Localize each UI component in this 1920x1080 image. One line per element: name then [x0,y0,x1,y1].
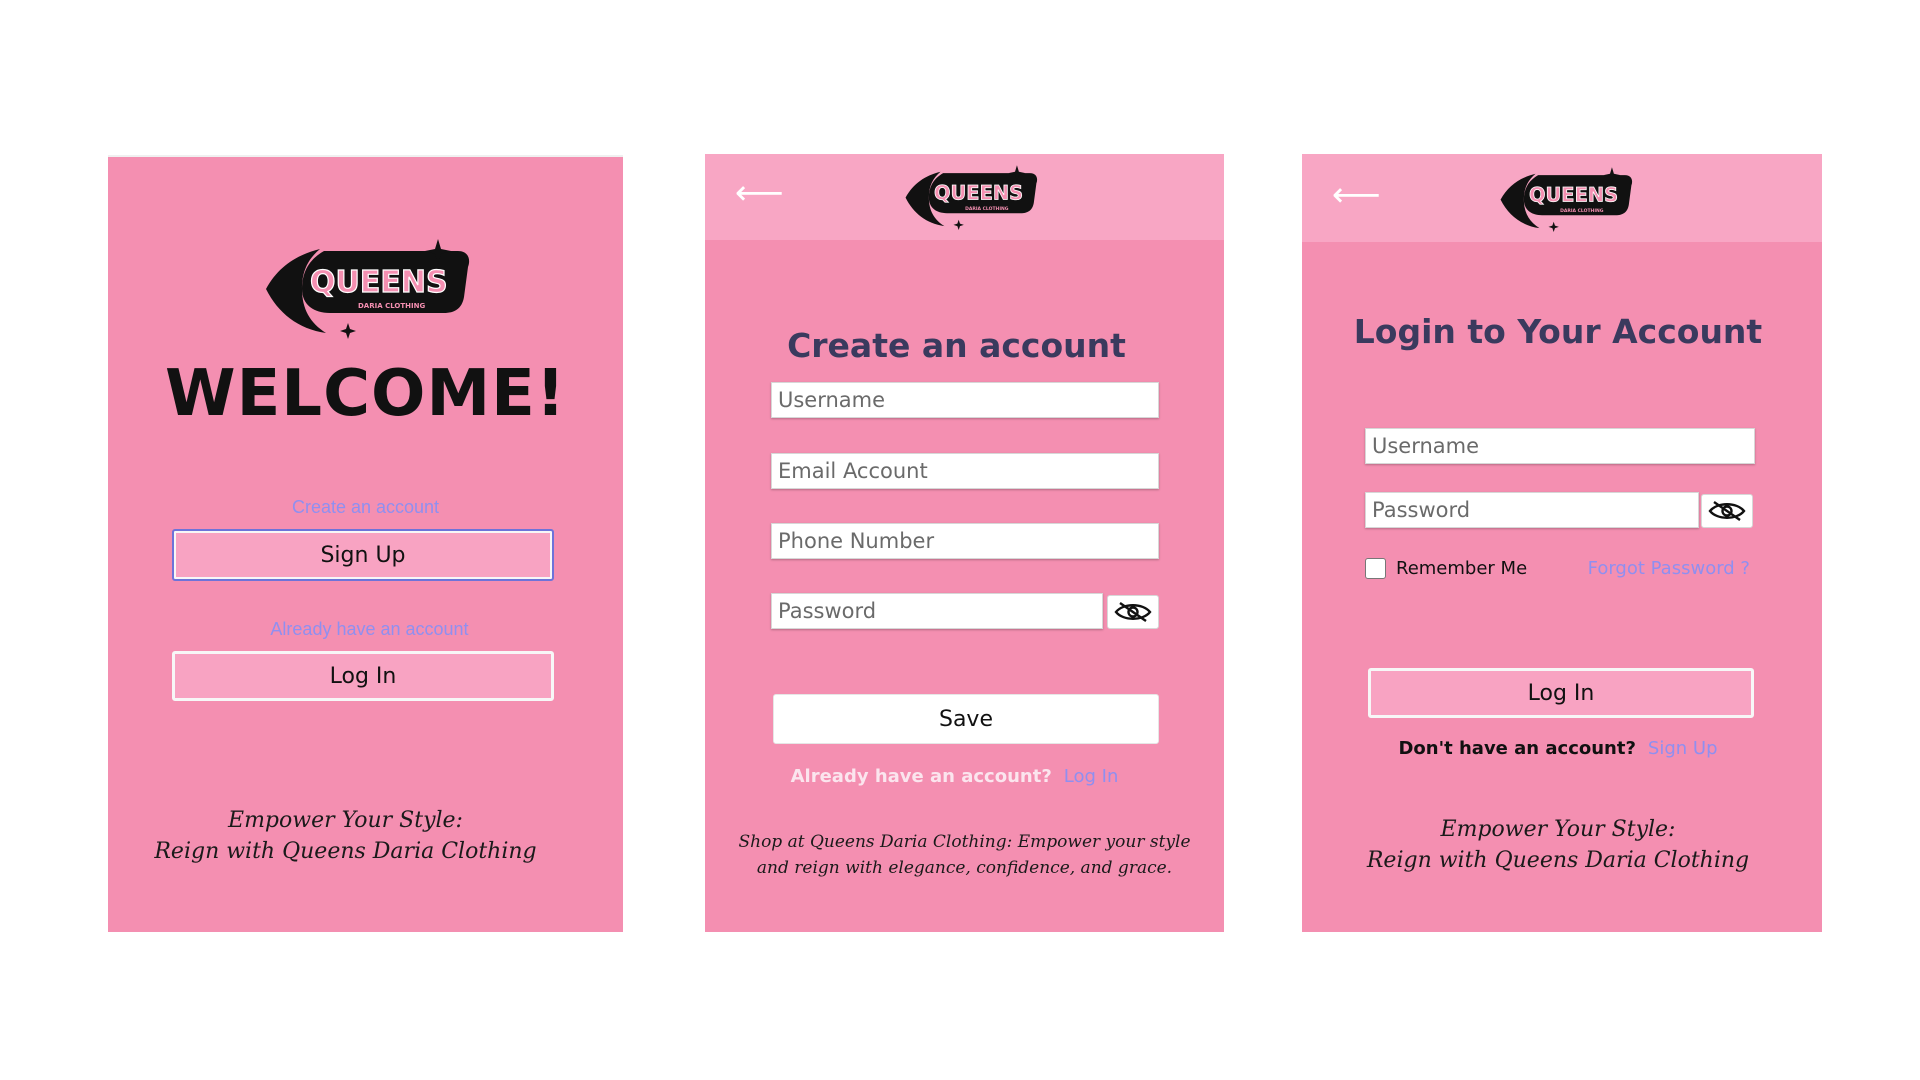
back-arrow-icon[interactable]: ⟵ [735,176,784,210]
email-input[interactable] [771,453,1159,489]
queens-logo: QUEENS DARIA CLOTHING [895,164,1045,232]
slogan-line-1: Empower Your Style: [228,808,463,833]
login-link[interactable]: Log In [1064,766,1119,787]
slogan-line-2: and reign with elegance, confidence, and… [756,858,1173,878]
queens-logo-graphic: QUEENS DARIA CLOTHING [266,239,470,339]
svg-text:DARIA CLOTHING: DARIA CLOTHING [965,206,1009,212]
svg-text:QUEENS: QUEENS [310,265,448,300]
slogan: Empower Your Style: Reign with Queens Da… [1302,814,1818,876]
already-have-account-hint: Already have an account [270,619,469,639]
svg-text:QUEENS: QUEENS [934,182,1023,205]
eye-hidden-icon [1114,602,1152,622]
signup-screen: ⟵ QUEENS DARIA CLOTHING Create an accoun… [705,154,1224,932]
sign-up-button[interactable]: Sign Up [172,529,554,581]
remember-me-label: Remember Me [1396,558,1528,579]
queens-logo: QUEENS DARIA CLOTHING [1490,166,1640,234]
svg-text:DARIA CLOTHING: DARIA CLOTHING [358,302,425,310]
toggle-password-visibility-button[interactable] [1107,595,1159,629]
slogan: Shop at Queens Daria Clothing: Empower y… [705,829,1224,881]
remember-me-checkbox[interactable] [1365,558,1386,579]
eye-hidden-icon [1708,501,1746,521]
toggle-password-visibility-button[interactable] [1701,494,1753,528]
sign-up-link[interactable]: Sign Up [1648,738,1718,759]
log-in-button[interactable]: Log In [1368,668,1754,718]
have-account-row: Already have an account? Log In [705,766,1214,787]
queens-logo-graphic: QUEENS DARIA CLOTHING [905,165,1038,231]
back-arrow-icon[interactable]: ⟵ [1332,178,1381,212]
username-input[interactable] [771,382,1159,418]
log-in-button[interactable]: Log In [172,651,554,701]
slogan-line-1: Empower Your Style: [1440,817,1676,842]
queens-logo-graphic: QUEENS DARIA CLOTHING [1500,167,1633,233]
password-input[interactable] [1365,492,1699,528]
svg-text:DARIA CLOTHING: DARIA CLOTHING [1560,208,1604,214]
login-screen: ⟵ QUEENS DARIA CLOTHING Login to Your Ac… [1302,154,1822,932]
slogan: Empower Your Style: Reign with Queens Da… [108,805,603,867]
have-account-text: Already have an account? [790,766,1052,787]
queens-logo: QUEENS DARIA CLOTHING [258,237,473,342]
top-bar: ⟵ QUEENS DARIA CLOTHING [1302,154,1822,242]
password-input[interactable] [771,593,1103,629]
slogan-line-2: Reign with Queens Daria Clothing [154,839,537,864]
username-input[interactable] [1365,428,1755,464]
welcome-title: WELCOME! [164,357,567,431]
create-account-title: Create an account [787,326,1126,365]
create-account-hint: Create an account [291,497,440,517]
no-account-text: Don't have an account? [1398,738,1636,759]
slogan-line-2: Reign with Queens Daria Clothing [1366,848,1750,873]
remember-me[interactable]: Remember Me [1365,558,1527,579]
save-button[interactable]: Save [773,694,1159,744]
top-bar: ⟵ QUEENS DARIA CLOTHING [705,154,1224,240]
svg-text:QUEENS: QUEENS [1529,184,1618,207]
slogan-line-1: Shop at Queens Daria Clothing: Empower y… [738,832,1191,852]
phone-input[interactable] [771,523,1159,559]
login-title: Login to Your Account [1353,312,1763,351]
no-account-row: Don't have an account? Sign Up [1302,738,1818,759]
forgot-password-link[interactable]: Forgot Password ? [1588,558,1750,579]
welcome-screen: QUEENS DARIA CLOTHING WELCOME! Create an… [108,155,623,932]
